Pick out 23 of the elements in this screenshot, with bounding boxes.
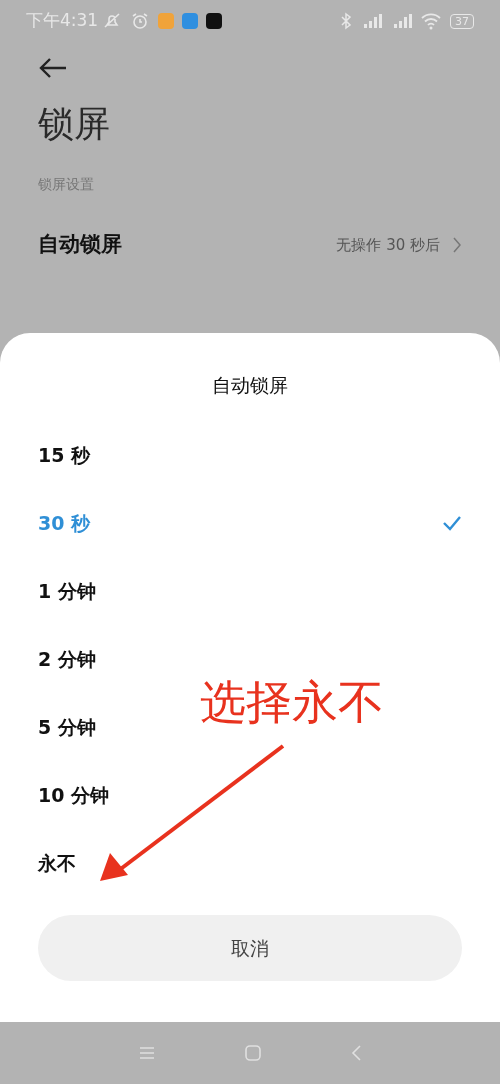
app-icon	[158, 13, 175, 29]
option-item[interactable]: 永不	[38, 829, 76, 897]
wifi-icon	[420, 12, 442, 30]
option-item[interactable]: 10 分钟	[38, 761, 110, 829]
chevron-icon	[452, 236, 462, 254]
back-icon[interactable]	[351, 1045, 361, 1061]
app-icon	[206, 13, 223, 29]
settings-row[interactable]: 自动锁屏 无操作 30 秒后	[38, 225, 462, 265]
menu-icon[interactable]	[139, 1045, 155, 1061]
cancel-button[interactable]: 取消	[38, 915, 462, 981]
page-title: 锁屏	[38, 102, 111, 146]
app-icon	[182, 13, 199, 29]
back-arrow-icon[interactable]	[38, 56, 68, 80]
option-item[interactable]: 2 分钟	[38, 625, 96, 693]
home-icon[interactable]	[245, 1045, 261, 1061]
option-item[interactable]: 5 分钟	[38, 693, 96, 761]
annotation-text: 选择永不	[200, 674, 384, 731]
section-label: 锁屏设置	[38, 175, 95, 194]
option-item[interactable]: 1 分钟	[38, 557, 96, 625]
option-item[interactable]: 15 秒	[38, 421, 91, 489]
bluetooth-icon	[340, 12, 352, 30]
checkmark-icon	[442, 515, 462, 531]
sheet-title: 自动锁屏	[211, 373, 289, 398]
